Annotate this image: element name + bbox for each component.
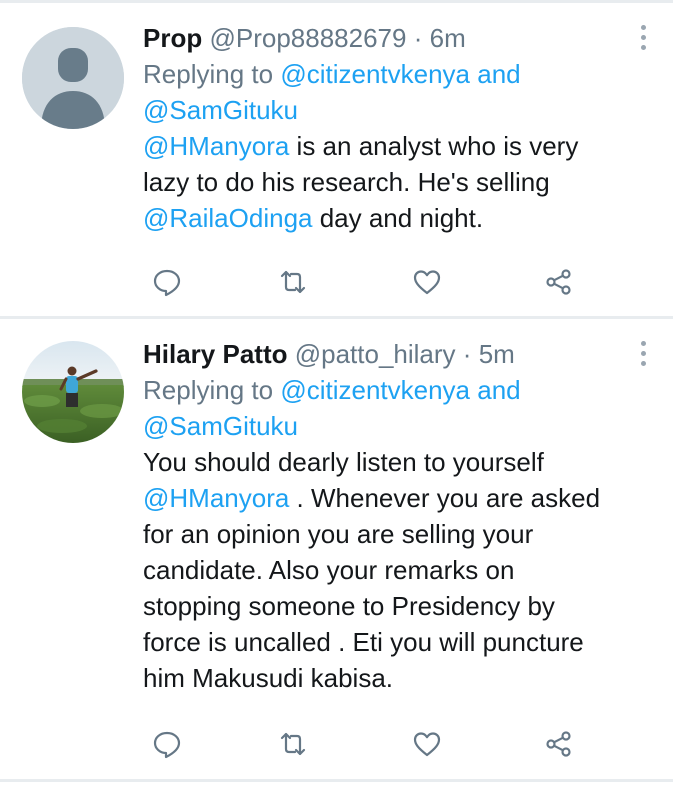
tweet-text-line: force is uncalled . Eti you will punctur… bbox=[143, 627, 584, 657]
reply-mention-link[interactable]: @citizentvkenya bbox=[280, 375, 470, 405]
default-avatar-icon bbox=[22, 27, 124, 129]
reply-icon bbox=[153, 731, 181, 759]
reply-and-link[interactable]: and bbox=[477, 59, 520, 89]
like-icon bbox=[413, 732, 441, 757]
separator-dot: · bbox=[462, 339, 472, 369]
tweet-actions bbox=[147, 724, 587, 764]
tweet-text-line: . Whenever you are asked bbox=[289, 483, 601, 513]
retweet-button[interactable] bbox=[273, 724, 313, 764]
tweet-text-line: lazy to do his research. He's selling bbox=[143, 167, 550, 197]
tweet-item[interactable]: Prop @Prop88882679 · 6m Replying to @cit… bbox=[0, 3, 673, 318]
tweet-header: Hilary Patto @patto_hilary · 5m bbox=[143, 336, 653, 372]
tweet-header: Prop @Prop88882679 · 6m bbox=[143, 20, 653, 56]
tweet-text-line: candidate. Also your remarks on bbox=[143, 555, 515, 585]
user-handle[interactable]: @patto_hilary bbox=[295, 339, 456, 369]
reply-mention-link[interactable]: @SamGituku bbox=[143, 411, 298, 441]
timestamp[interactable]: 6m bbox=[430, 23, 466, 53]
retweet-icon bbox=[280, 270, 306, 294]
reply-mention-link[interactable]: @SamGituku bbox=[143, 95, 298, 125]
share-button[interactable] bbox=[539, 724, 579, 764]
more-options-icon[interactable] bbox=[639, 25, 647, 55]
reply-button[interactable] bbox=[147, 262, 187, 302]
tweet-text-line: him Makusudi kabisa. bbox=[143, 663, 393, 693]
tweet-text-line: stopping someone to Presidency by bbox=[143, 591, 555, 621]
user-photo-avatar bbox=[22, 341, 124, 443]
reply-mention-link[interactable]: @citizentvkenya bbox=[280, 59, 470, 89]
display-name[interactable]: Hilary Patto bbox=[143, 339, 288, 369]
display-name[interactable]: Prop bbox=[143, 23, 202, 53]
tweet-text: @HManyora is an analyst who is very lazy… bbox=[143, 128, 653, 236]
tweet-text-line: is an analyst who is very bbox=[289, 131, 579, 161]
separator-dot: · bbox=[413, 23, 423, 53]
more-options-icon[interactable] bbox=[639, 341, 647, 371]
like-icon bbox=[413, 270, 441, 295]
retweet-button[interactable] bbox=[273, 262, 313, 302]
mention-link[interactable]: @HManyora bbox=[143, 483, 289, 513]
tweet-actions bbox=[147, 262, 587, 302]
timestamp[interactable]: 5m bbox=[479, 339, 515, 369]
tweet-item[interactable]: Hilary Patto @patto_hilary · 5m Replying… bbox=[0, 319, 673, 779]
like-button[interactable] bbox=[407, 262, 447, 302]
bottom-divider bbox=[0, 779, 673, 782]
mention-link[interactable]: @HManyora bbox=[143, 131, 289, 161]
share-icon bbox=[546, 269, 571, 295]
user-handle[interactable]: @Prop88882679 bbox=[209, 23, 406, 53]
mention-link[interactable]: @RailaOdinga bbox=[143, 203, 312, 233]
reply-context: Replying to @citizentvkenya and @SamGitu… bbox=[143, 372, 653, 444]
share-button[interactable] bbox=[539, 262, 579, 302]
reply-icon bbox=[153, 269, 181, 297]
share-icon bbox=[546, 731, 571, 757]
reply-prefix: Replying to bbox=[143, 375, 274, 405]
tweet-text-line: day and night. bbox=[312, 203, 484, 233]
reply-prefix: Replying to bbox=[143, 59, 274, 89]
tweet-text-line: for an opinion you are selling your bbox=[143, 519, 534, 549]
retweet-icon bbox=[280, 732, 306, 756]
avatar[interactable] bbox=[22, 341, 124, 443]
tweet-text-line: You should dearly listen to yourself bbox=[143, 447, 544, 477]
tweet-text: You should dearly listen to yourself @HM… bbox=[143, 444, 653, 696]
reply-button[interactable] bbox=[147, 724, 187, 764]
avatar[interactable] bbox=[22, 27, 124, 129]
reply-and-link[interactable]: and bbox=[477, 375, 520, 405]
like-button[interactable] bbox=[407, 724, 447, 764]
reply-context: Replying to @citizentvkenya and @SamGitu… bbox=[143, 56, 653, 128]
